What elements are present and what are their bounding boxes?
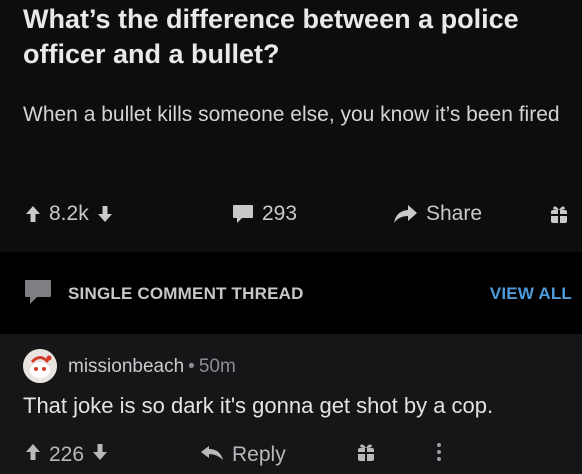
reply-arrow-icon [200, 443, 224, 467]
arrow-up-icon[interactable] [25, 443, 41, 467]
post-card: What’s the difference between a police o… [0, 0, 582, 252]
post-score: 8.2k [49, 202, 89, 225]
comment-action-bar: 226 Reply [0, 437, 582, 473]
gift-icon [356, 442, 376, 468]
share-arrow-icon [392, 204, 418, 224]
comment-username[interactable]: missionbeach [68, 356, 184, 377]
comment-score: 226 [49, 443, 85, 466]
thread-label: SINGLE COMMENT THREAD [68, 284, 304, 303]
post-title[interactable]: What’s the difference between a police o… [23, 2, 568, 72]
reply-label: Reply [232, 443, 286, 466]
gift-icon [549, 204, 569, 224]
speech-bubble-icon [232, 204, 254, 224]
share-button[interactable]: Share [392, 196, 482, 232]
speech-bubble-icon [24, 279, 52, 310]
meta-separator: • [188, 356, 195, 377]
award-button[interactable] [549, 196, 569, 232]
comment-count: 293 [262, 202, 298, 225]
comment-meta: missionbeach • 50m [68, 356, 236, 378]
post-action-bar: 8.2k 293 Share [0, 196, 582, 232]
avatar[interactable] [23, 349, 57, 383]
share-label: Share [426, 202, 483, 225]
post-body: When a bullet kills someone else, you kn… [23, 103, 560, 126]
more-options-button[interactable] [436, 437, 442, 473]
comment-text: That joke is so dark it's gonna get shot… [23, 393, 494, 418]
comments-button[interactable]: 293 [232, 196, 297, 232]
view-all-link[interactable]: VIEW ALL [490, 284, 572, 304]
comment-age: 50m [198, 356, 236, 377]
comment-card: missionbeach • 50m That joke is so dark it… [0, 334, 582, 474]
arrow-down-icon[interactable] [92, 443, 108, 467]
single-comment-thread-bar: SINGLE COMMENT THREAD VIEW ALL [0, 252, 582, 334]
comment-vote-group: 226 [25, 437, 108, 473]
arrow-up-icon[interactable] [25, 205, 41, 223]
arrow-down-icon[interactable] [97, 205, 113, 223]
award-button[interactable] [356, 437, 376, 473]
more-vertical-icon [436, 442, 442, 468]
reply-button[interactable]: Reply [200, 437, 286, 473]
post-vote-group: 8.2k [25, 196, 113, 232]
